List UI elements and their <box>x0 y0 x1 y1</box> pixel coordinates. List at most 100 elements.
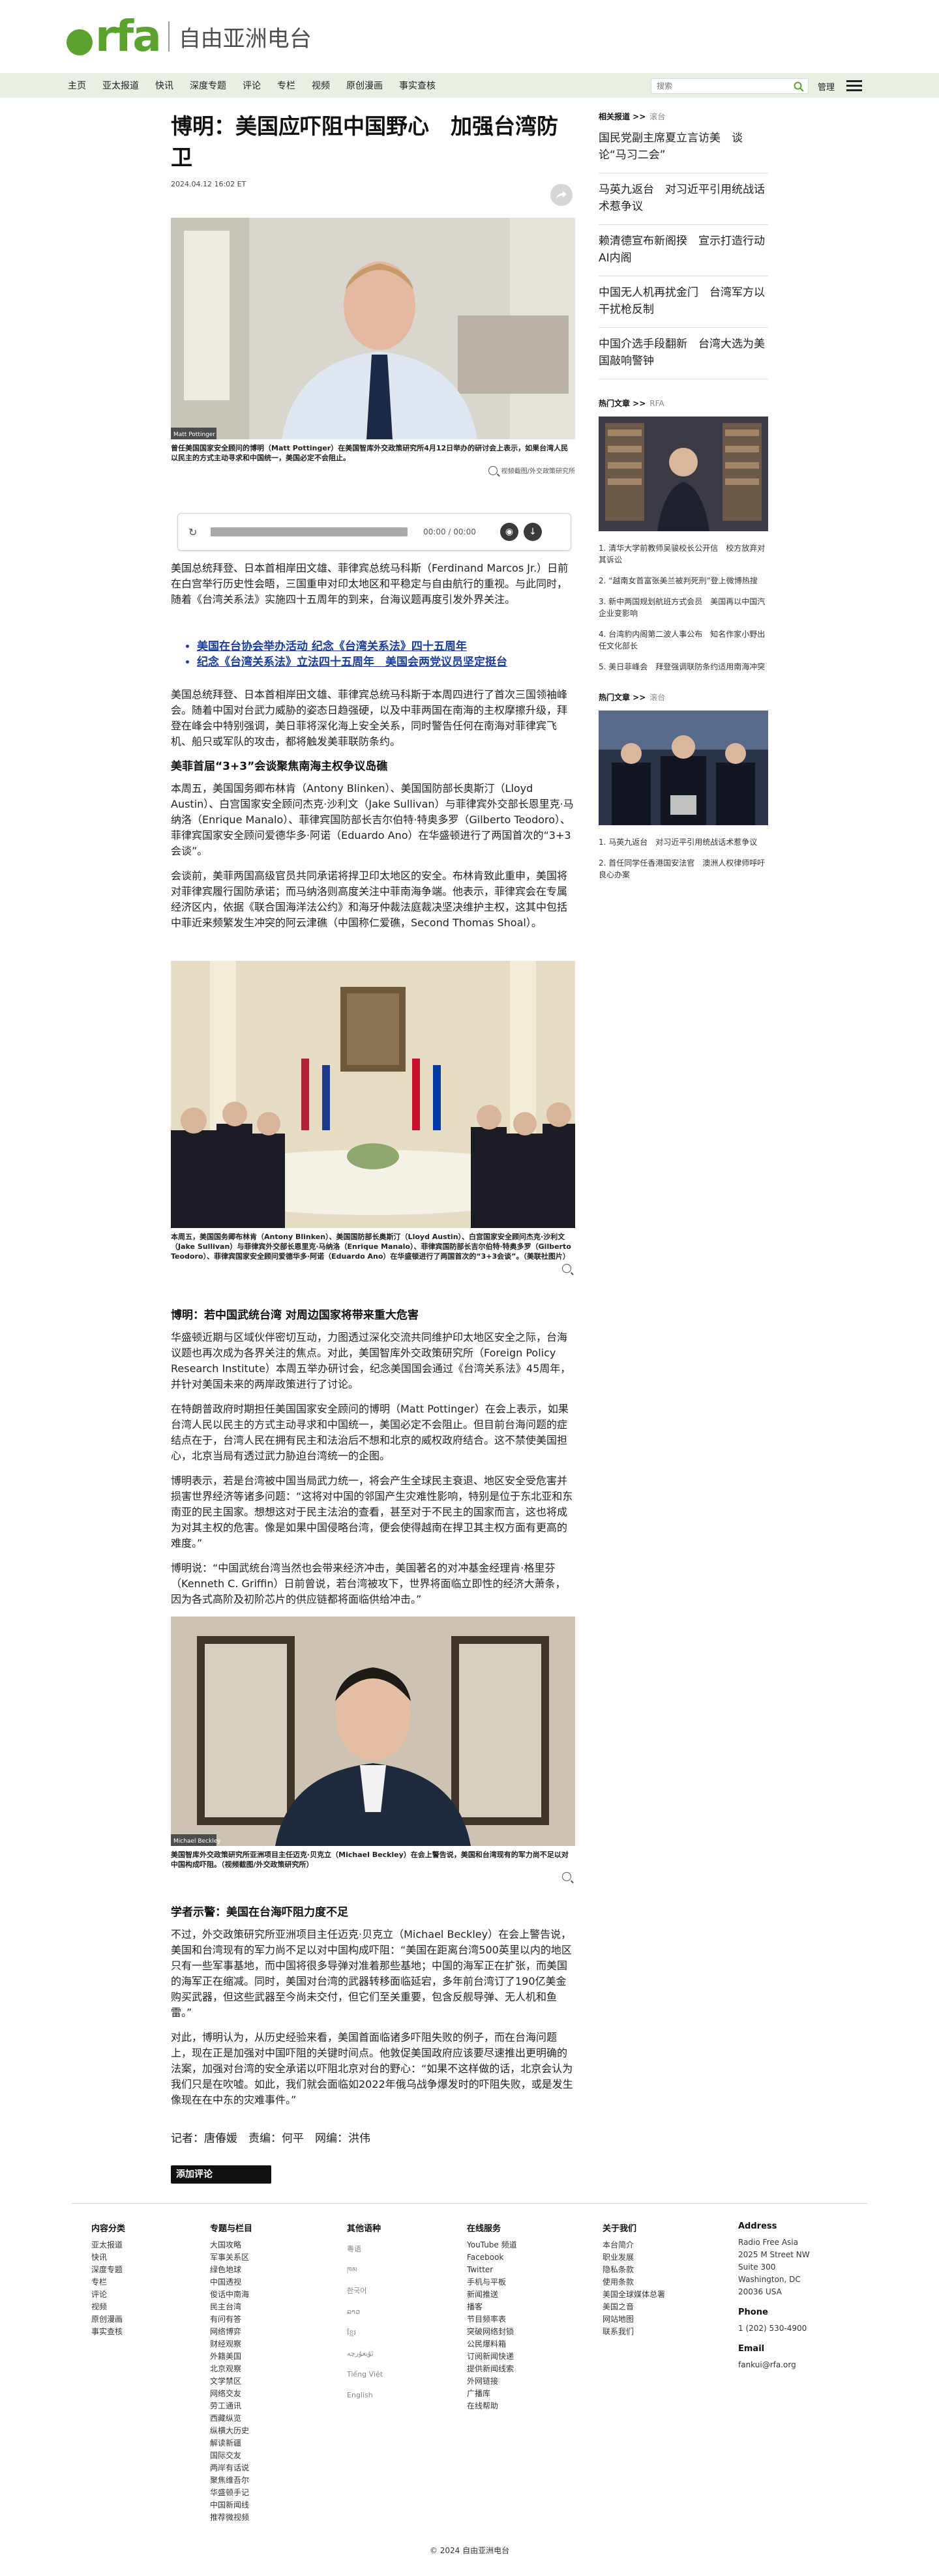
phone-number[interactable]: 1 (202) 530-4900 <box>738 2322 810 2335</box>
footer-link[interactable]: 网络交友 <box>210 2388 252 2400</box>
footer-link[interactable]: 民主台湾 <box>210 2301 252 2313</box>
nav-item-asia-pacific[interactable]: 亚太报道 <box>102 79 139 92</box>
footer-link[interactable]: 深度专题 <box>91 2264 125 2276</box>
footer-link[interactable]: 联系我们 <box>603 2326 665 2338</box>
inline-link[interactable]: 美国在台协会举办活动 纪念《台湾关系法》四十五周年 <box>197 639 562 654</box>
footer-link[interactable]: 20036 USA <box>738 2286 810 2298</box>
footer-link[interactable]: 美国全球媒体总署 <box>603 2289 665 2301</box>
hot-photo[interactable] <box>599 417 768 531</box>
footer-link[interactable]: 绿色地球 <box>210 2264 252 2276</box>
footer-link[interactable]: 俊话中南海 <box>210 2289 252 2301</box>
related-story[interactable]: 中国介选手段翻新 台湾大选为美国敲响警钟 <box>599 328 768 379</box>
hot-list-item[interactable]: 2. 首任同学任香港国安法官 澳洲人权律师呼吁良心办案 <box>599 853 768 885</box>
email-address[interactable]: fankui@rfa.org <box>738 2359 810 2371</box>
footer-link[interactable]: ລາວ <box>347 2302 383 2322</box>
inline-link[interactable]: 纪念《台湾关系法》立法四十五周年 美国会两党议员坚定挺台 <box>197 654 562 670</box>
footer-link[interactable]: 2025 M Street NW <box>738 2249 810 2261</box>
footer-link[interactable]: ខ្មែរ <box>347 2322 383 2343</box>
footer-link[interactable]: 快讯 <box>91 2251 125 2264</box>
footer-link[interactable]: 手机与平板 <box>467 2276 517 2289</box>
footer-link[interactable]: 纵横大历史 <box>210 2425 252 2437</box>
nav-item-cartoons[interactable]: 原创漫画 <box>346 79 383 92</box>
footer-link[interactable]: 有问有答 <box>210 2313 252 2326</box>
share-icon[interactable] <box>550 184 573 206</box>
related-story[interactable]: 赖清德宣布新阁揆 宣示打造行动AI内阁 <box>599 225 768 276</box>
hot-list-item[interactable]: 2. “越南女首富张美兰被判死刑”登上微博热搜 <box>599 570 768 591</box>
footer-link[interactable]: 中国新闻线 <box>210 2499 252 2511</box>
footer-link[interactable]: 西藏纵览 <box>210 2412 252 2425</box>
enlarge-photo-3[interactable] <box>171 1872 575 1881</box>
footer-link[interactable]: 播客 <box>467 2301 517 2313</box>
nav-item-fact-check[interactable]: 事实查核 <box>399 79 436 92</box>
related-story[interactable]: 马英九返台 对习近平引用统战话术惹争议 <box>599 173 768 225</box>
nav-item-breaking[interactable]: 快讯 <box>155 79 173 92</box>
footer-link[interactable]: 网络博弈 <box>210 2326 252 2338</box>
footer-link[interactable]: Tiếng Việt <box>347 2364 383 2385</box>
footer-link[interactable]: 한국어 <box>347 2281 383 2302</box>
footer-link[interactable]: 推荐微视频 <box>210 2511 252 2524</box>
search-icon[interactable] <box>794 81 804 92</box>
footer-link[interactable]: 评论 <box>91 2289 125 2301</box>
footer-link[interactable]: 两岸有话说 <box>210 2462 252 2474</box>
footer-link[interactable]: YouTube 频道 <box>467 2239 517 2251</box>
footer-link[interactable]: 职业发展 <box>603 2251 665 2264</box>
footer-link[interactable]: 文学禁区 <box>210 2375 252 2388</box>
photo-pottinger[interactable]: Matt Pottinger <box>171 218 575 439</box>
footer-link[interactable]: English <box>347 2385 383 2406</box>
enlarge-photo-2[interactable] <box>171 1264 575 1273</box>
hot2-heading[interactable]: 热门文章 >> 滚台 <box>599 692 768 703</box>
add-comment-button[interactable]: 添加评论 <box>171 2165 271 2184</box>
hot-heading[interactable]: 热门文章 >> RFA <box>599 398 768 409</box>
footer-link[interactable]: 公民爆料箱 <box>467 2338 517 2350</box>
footer-link[interactable]: Suite 300 <box>738 2261 810 2274</box>
footer-link[interactable]: 广播库 <box>467 2388 517 2400</box>
manage-link[interactable]: 管理 <box>818 80 835 93</box>
hot-list-item[interactable]: 5. 美日菲峰会 拜登强调联防条约适用南海冲突 <box>599 656 768 677</box>
footer-link[interactable]: 军事关系区 <box>210 2251 252 2264</box>
footer-link[interactable]: 事实查核 <box>91 2326 125 2338</box>
nav-item-columns[interactable]: 专栏 <box>277 79 295 92</box>
footer-link[interactable]: 聚焦维吾尔 <box>210 2474 252 2487</box>
footer-link[interactable]: 国际交友 <box>210 2450 252 2462</box>
footer-link[interactable]: 大国攻略 <box>210 2239 252 2251</box>
nav-item-commentary[interactable]: 评论 <box>243 79 261 92</box>
footer-link[interactable]: 突破网络封锁 <box>467 2326 517 2338</box>
footer-link[interactable]: ئۇيغۇرچە <box>347 2343 383 2364</box>
footer-link[interactable]: 美国之音 <box>603 2301 665 2313</box>
enlarge-photo-1[interactable]: 视频截图/外交政策研究所 <box>171 465 575 475</box>
footer-link[interactable]: 新闻推送 <box>467 2289 517 2301</box>
related-story[interactable]: 国民党副主席夏立言访美 谈论“马习二会” <box>599 122 768 173</box>
footer-link[interactable]: 隐私条款 <box>603 2264 665 2276</box>
audio-progress[interactable] <box>211 527 408 536</box>
site-logo[interactable]: rfa 自由亚洲电台 <box>67 15 312 58</box>
search-input[interactable] <box>657 81 787 91</box>
footer-link[interactable]: 财经观察 <box>210 2338 252 2350</box>
related-story[interactable]: 中国无人机再扰金门 台湾军方以干扰枪反制 <box>599 276 768 328</box>
footer-link[interactable]: ཁམ <box>347 2260 383 2281</box>
footer-link[interactable]: 中国透视 <box>210 2276 252 2289</box>
footer-link[interactable]: Twitter <box>467 2264 517 2276</box>
footer-link[interactable]: 亚太报道 <box>91 2239 125 2251</box>
footer-link[interactable]: 解读新疆 <box>210 2437 252 2450</box>
footer-link[interactable]: 劳工通讯 <box>210 2400 252 2412</box>
photo-beckley[interactable]: Michael Beckley <box>171 1617 575 1846</box>
related-heading[interactable]: 相关报道 >> 滚台 <box>599 111 768 122</box>
hot-list-item[interactable]: 1. 马英九返台 对习近平引用统战话术惹争议 <box>599 832 768 853</box>
hot-list-item[interactable]: 3. 新中两国规划航班方式会员 美国再以中国汽企业变影响 <box>599 591 768 624</box>
footer-link[interactable]: 外籍美国 <box>210 2350 252 2363</box>
footer-link[interactable]: 原创漫画 <box>91 2313 125 2326</box>
footer-link[interactable]: 节目频率表 <box>467 2313 517 2326</box>
download-icon[interactable]: ↓ <box>524 523 542 541</box>
footer-link[interactable]: 外网链接 <box>467 2375 517 2388</box>
play-icon[interactable]: ↻ <box>188 526 200 538</box>
footer-link[interactable]: Facebook <box>467 2251 517 2264</box>
hot2-photo[interactable] <box>599 710 768 825</box>
volume-icon[interactable]: ◉ <box>500 523 518 541</box>
footer-link[interactable]: Radio Free Asia <box>738 2236 810 2249</box>
footer-link[interactable]: 华盛顿手记 <box>210 2487 252 2499</box>
footer-link[interactable]: 专栏 <box>91 2276 125 2289</box>
footer-link[interactable]: 北京观察 <box>210 2363 252 2375</box>
footer-link[interactable]: 视频 <box>91 2301 125 2313</box>
footer-link[interactable]: 粵语 <box>347 2239 383 2260</box>
footer-link[interactable]: 本台简介 <box>603 2239 665 2251</box>
